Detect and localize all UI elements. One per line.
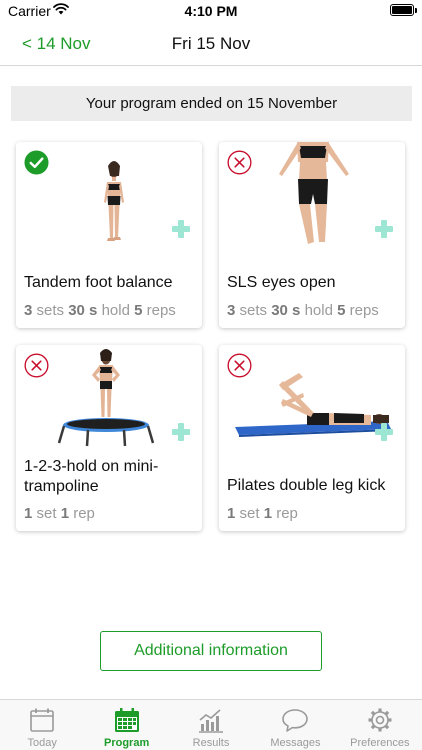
- exercise-grid: Tandem foot balance 3 sets 30 s hold 5 r…: [16, 142, 406, 532]
- speech-bubble-icon: [282, 709, 309, 732]
- check-circle-icon: [24, 150, 49, 175]
- x-circle-icon: [227, 353, 252, 378]
- tab-messages[interactable]: Messages: [253, 700, 337, 750]
- exercise-card[interactable]: SLS eyes open 3 sets 30 s hold 5 reps: [219, 142, 405, 328]
- additional-information-button[interactable]: Additional information: [100, 631, 322, 671]
- exercise-dosage: 3 sets 30 s hold 5 reps: [227, 302, 379, 319]
- page-title: Fri 15 Nov: [171, 34, 251, 53]
- tab-results[interactable]: Results: [169, 700, 253, 750]
- status-time: 4:10 PM: [184, 3, 238, 19]
- calendar-grid-icon: [114, 708, 139, 732]
- tab-preferences[interactable]: Preferences: [338, 700, 422, 750]
- exercise-card[interactable]: 1-2-3-hold on mini-trampoline 1 set 1 re…: [16, 345, 202, 531]
- exercise-title: Tandem foot balance: [24, 274, 173, 291]
- exercise-title: SLS eyes open: [227, 274, 336, 291]
- exercise-card[interactable]: Pilates double leg kick 1 set 1 rep: [219, 345, 405, 531]
- add-icon[interactable]: [374, 219, 394, 239]
- x-circle-icon: [227, 150, 252, 175]
- tab-bar: Today Program Results Messages Preferenc…: [0, 699, 422, 750]
- gear-icon: [368, 708, 392, 732]
- x-circle-icon: [24, 353, 49, 378]
- battery-icon: [390, 4, 417, 16]
- exercise-dosage: 3 sets 30 s hold 5 reps: [24, 302, 176, 319]
- add-icon[interactable]: [374, 422, 394, 442]
- exercise-title: Pilates double leg kick: [227, 477, 386, 494]
- add-icon[interactable]: [171, 219, 191, 239]
- exercise-dosage: 1 set 1 rep: [227, 505, 298, 522]
- exercise-dosage: 1 set 1 rep: [24, 505, 95, 522]
- exercise-card[interactable]: Tandem foot balance 3 sets 30 s hold 5 r…: [16, 142, 202, 328]
- status-bar: Carrier 4:10 PM: [0, 0, 422, 22]
- program-ended-banner: Your program ended on 15 November: [11, 86, 412, 121]
- navigation-bar: < 14 Nov Fri 15 Nov: [0, 22, 422, 66]
- calendar-icon: [30, 708, 55, 732]
- tab-program[interactable]: Program: [84, 700, 168, 750]
- tab-today[interactable]: Today: [0, 700, 84, 750]
- exercise-title: 1-2-3-hold on mini-trampoline: [24, 458, 159, 495]
- add-icon[interactable]: [171, 422, 191, 442]
- chart-icon: [199, 709, 224, 733]
